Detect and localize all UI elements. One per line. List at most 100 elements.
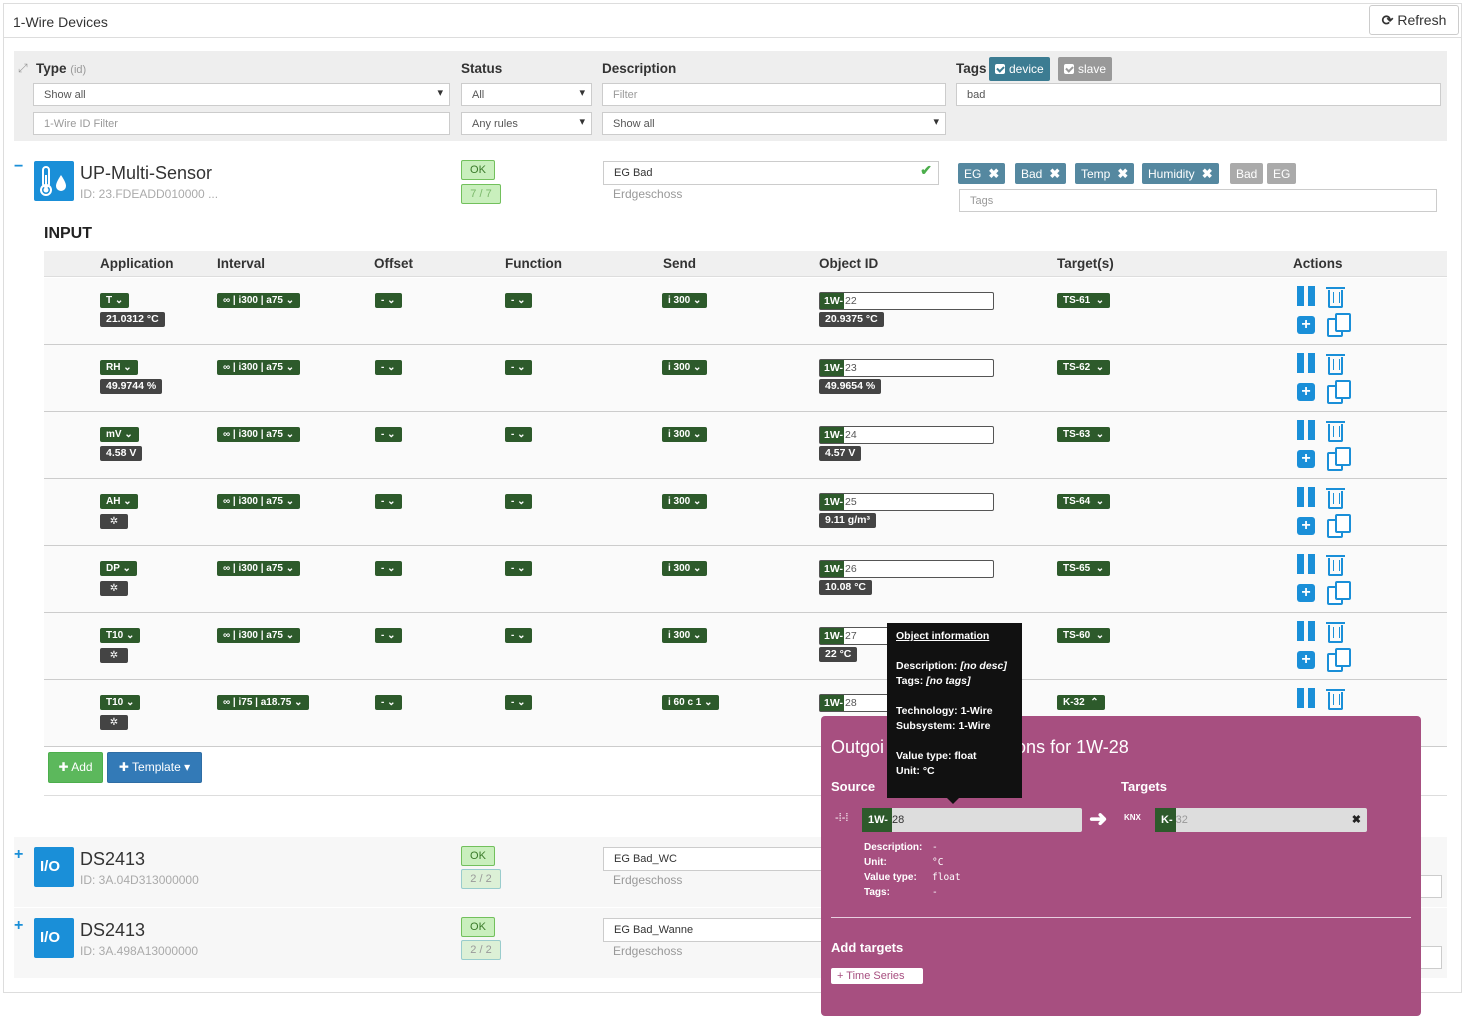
pause-icon[interactable] xyxy=(1297,554,1317,574)
device-tags-input[interactable] xyxy=(1420,875,1442,898)
offset-dropdown[interactable]: - ⌄ xyxy=(375,360,402,375)
add-icon[interactable]: + xyxy=(1297,450,1315,468)
application-dropdown[interactable]: T ⌄ xyxy=(100,293,130,308)
send-dropdown[interactable]: i 300 ⌄ xyxy=(662,628,708,643)
pause-icon[interactable] xyxy=(1297,621,1317,641)
template-button[interactable]: ✚ Template ▾ xyxy=(107,752,202,783)
function-dropdown[interactable]: - ⌄ xyxy=(505,628,532,643)
expand-icon[interactable]: ⤢ xyxy=(18,61,28,76)
type-select[interactable]: Show all xyxy=(33,83,450,106)
copy-icon[interactable] xyxy=(1327,447,1351,471)
targets-dropdown[interactable]: TS-60 ⌄ xyxy=(1057,628,1111,643)
remove-tag-icon[interactable]: ✖ xyxy=(1117,166,1128,182)
tag-device-toggle[interactable]: device xyxy=(989,57,1050,81)
device-description-input[interactable]: EG Bad_WC xyxy=(603,847,823,871)
offset-dropdown[interactable]: - ⌄ xyxy=(375,561,402,576)
add-time-series-button[interactable]: + Time Series xyxy=(831,968,923,984)
application-dropdown[interactable]: T10 ⌄ xyxy=(100,628,141,643)
trash-icon[interactable] xyxy=(1326,488,1345,509)
application-dropdown[interactable]: AH ⌄ xyxy=(100,494,138,509)
rules-select[interactable]: Any rules xyxy=(461,112,592,135)
copy-icon[interactable] xyxy=(1327,380,1351,404)
description-filter-input[interactable]: Filter xyxy=(602,83,946,106)
copy-icon[interactable] xyxy=(1327,581,1351,605)
trash-icon[interactable] xyxy=(1326,622,1345,643)
remove-tag-icon[interactable]: ✖ xyxy=(1202,166,1213,182)
tag-eg[interactable]: EG ✖ xyxy=(958,163,1006,184)
send-dropdown[interactable]: i 300 ⌄ xyxy=(662,561,708,576)
function-dropdown[interactable]: - ⌄ xyxy=(505,695,532,710)
copy-icon[interactable] xyxy=(1327,648,1351,672)
trash-icon[interactable] xyxy=(1326,421,1345,442)
copy-icon[interactable] xyxy=(1327,514,1351,538)
object-id-input[interactable]: 1W- 25 xyxy=(819,493,994,511)
tag-humidity[interactable]: Humidity ✖ xyxy=(1142,163,1219,184)
send-dropdown[interactable]: i 300 ⌄ xyxy=(662,293,708,308)
source-object[interactable]: 1W- 28 xyxy=(862,808,1082,832)
expand-device-button[interactable]: + xyxy=(14,917,23,935)
remove-tag-icon[interactable]: ✖ xyxy=(1049,166,1060,182)
tags-filter-input[interactable]: bad xyxy=(956,83,1441,106)
device-tags-input[interactable] xyxy=(1420,946,1442,969)
target-object[interactable]: K- 32 ✖ xyxy=(1155,808,1367,832)
add-icon[interactable]: + xyxy=(1297,584,1315,602)
function-dropdown[interactable]: - ⌄ xyxy=(505,427,532,442)
pause-icon[interactable] xyxy=(1297,487,1317,507)
function-dropdown[interactable]: - ⌄ xyxy=(505,494,532,509)
application-dropdown[interactable]: DP ⌄ xyxy=(100,561,137,576)
offset-dropdown[interactable]: - ⌄ xyxy=(375,695,402,710)
add-icon[interactable]: + xyxy=(1297,383,1315,401)
interval-dropdown[interactable]: ∞ | i300 | a75 ⌄ xyxy=(217,628,301,643)
send-dropdown[interactable]: i 60 c 1 ⌄ xyxy=(662,695,719,710)
tag-bad[interactable]: Bad ✖ xyxy=(1015,163,1067,184)
function-dropdown[interactable]: - ⌄ xyxy=(505,293,532,308)
targets-dropdown[interactable]: TS-62 ⌄ xyxy=(1057,360,1111,375)
offset-dropdown[interactable]: - ⌄ xyxy=(375,427,402,442)
interval-dropdown[interactable]: ∞ | i300 | a75 ⌄ xyxy=(217,494,301,509)
add-button[interactable]: ✚ Add xyxy=(48,752,103,783)
add-icon[interactable]: + xyxy=(1297,651,1315,669)
remove-target-icon[interactable]: ✖ xyxy=(1352,808,1361,832)
object-id-input[interactable]: 1W- 23 xyxy=(819,359,994,377)
expand-device-button[interactable]: + xyxy=(14,846,23,864)
trash-icon[interactable] xyxy=(1326,555,1345,576)
add-icon[interactable]: + xyxy=(1297,517,1315,535)
application-dropdown[interactable]: T10 ⌄ xyxy=(100,695,141,710)
trash-icon[interactable] xyxy=(1326,689,1345,710)
device-tags-input[interactable]: Tags xyxy=(959,189,1437,212)
status-select[interactable]: All xyxy=(461,83,592,106)
object-id-input[interactable]: 1W- 26 xyxy=(819,560,994,578)
copy-icon[interactable] xyxy=(1327,313,1351,337)
interval-dropdown[interactable]: ∞ | i300 | a75 ⌄ xyxy=(217,427,301,442)
send-dropdown[interactable]: i 300 ⌄ xyxy=(662,494,708,509)
targets-dropdown[interactable]: TS-64 ⌄ xyxy=(1057,494,1111,509)
pause-icon[interactable] xyxy=(1297,688,1317,708)
pause-icon[interactable] xyxy=(1297,420,1317,440)
offset-dropdown[interactable]: - ⌄ xyxy=(375,628,402,643)
object-id-input[interactable]: 1W- 22 xyxy=(819,292,994,310)
device-description-input[interactable]: EG Bad_Wanne xyxy=(603,918,823,942)
interval-dropdown[interactable]: ∞ | i300 | a75 ⌄ xyxy=(217,360,301,375)
refresh-button[interactable]: ⟳ Refresh xyxy=(1369,5,1459,35)
pause-icon[interactable] xyxy=(1297,286,1317,306)
targets-dropdown[interactable]: K-32 ⌃ xyxy=(1057,695,1105,710)
offset-dropdown[interactable]: - ⌄ xyxy=(375,494,402,509)
interval-dropdown[interactable]: ∞ | i300 | a75 ⌄ xyxy=(217,293,301,308)
targets-dropdown[interactable]: TS-63 ⌄ xyxy=(1057,427,1111,442)
application-dropdown[interactable]: mV ⌄ xyxy=(100,427,139,442)
send-dropdown[interactable]: i 300 ⌄ xyxy=(662,427,708,442)
targets-dropdown[interactable]: TS-61 ⌄ xyxy=(1057,293,1111,308)
tag-temp[interactable]: Temp ✖ xyxy=(1075,163,1135,184)
add-icon[interactable]: + xyxy=(1297,316,1315,334)
remove-tag-icon[interactable]: ✖ xyxy=(988,166,999,182)
trash-icon[interactable] xyxy=(1326,354,1345,375)
targets-dropdown[interactable]: TS-65 ⌄ xyxy=(1057,561,1111,576)
pause-icon[interactable] xyxy=(1297,353,1317,373)
trash-icon[interactable] xyxy=(1326,287,1345,308)
offset-dropdown[interactable]: - ⌄ xyxy=(375,293,402,308)
collapse-device-button[interactable]: − xyxy=(14,158,23,176)
interval-dropdown[interactable]: ∞ | i75 | a18.75 ⌄ xyxy=(217,695,309,710)
function-dropdown[interactable]: - ⌄ xyxy=(505,561,532,576)
function-dropdown[interactable]: - ⌄ xyxy=(505,360,532,375)
description-select[interactable]: Show all xyxy=(602,112,946,135)
